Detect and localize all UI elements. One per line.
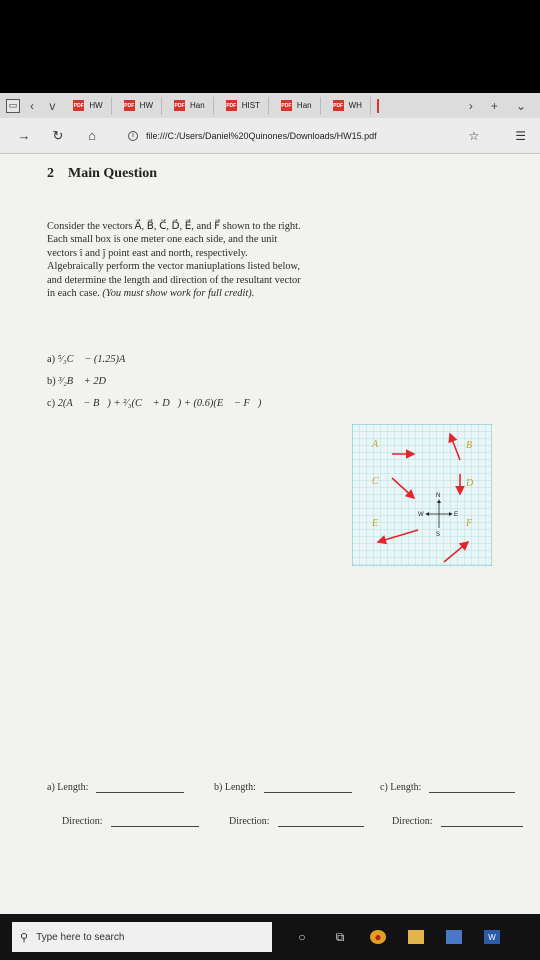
browser-tab[interactable]: PDF HW: [65, 96, 112, 115]
problem-parts: a) ⁵⁄₃C⃗ − (1.25)A⃗ b) ³⁄₂B⃗ + 2D⃗ c) 2(…: [47, 354, 261, 420]
home-icon[interactable]: ⌂: [82, 128, 102, 143]
file-explorer-icon[interactable]: [408, 930, 424, 944]
refresh-icon[interactable]: ↻: [48, 128, 68, 144]
url-field[interactable]: i file:///C:/Users/Daniel%20Quinones/Dow…: [128, 130, 377, 141]
part-a: a) ⁵⁄₃C⃗ − (1.25)A⃗: [47, 354, 134, 365]
compass-e: E: [454, 512, 458, 518]
vector-grid-figure: A⃗ B⃗ C⃗ D⃗ E⃗ F⃗ N S E W: [352, 424, 492, 566]
label-e: E⃗: [371, 518, 386, 529]
answer-c-direction: Direction:: [392, 816, 523, 827]
browser-tab[interactable]: PDF Han: [166, 96, 214, 115]
tab-scroll-arrows[interactable]: ‹ v: [30, 99, 61, 113]
tab-list-chevron-icon[interactable]: ⌄: [516, 99, 526, 113]
answer-line: [277, 817, 364, 827]
compass-w: W: [418, 512, 424, 518]
part-b: b) ³⁄₂B⃗ + 2D⃗: [47, 376, 115, 387]
address-bar: → ↻ ⌂ i file:///C:/Users/Daniel%20Quinon…: [0, 118, 540, 154]
answer-a-length: a) Length:: [47, 782, 185, 793]
new-tab-icon[interactable]: +: [491, 99, 498, 113]
part-c: c) 2(A⃗ − B⃗) + ²⁄₃(C⃗ + D⃗) + (0.6)(E⃗ …: [47, 398, 262, 409]
pdf-icon: PDF: [123, 100, 135, 111]
browser-tab[interactable]: PDF Han: [273, 96, 321, 115]
taskbar-search-box[interactable]: ⚲ Type here to search: [12, 922, 272, 952]
favorite-star-icon[interactable]: ☆: [468, 129, 479, 143]
pdf-page: 2 Main Question Consider the vectors A⃗, …: [0, 154, 540, 914]
favorites-bar-icon[interactable]: ☰: [515, 129, 526, 143]
tab-scroll-right-icon[interactable]: ›: [469, 99, 473, 113]
answer-c-length: c) Length:: [380, 782, 516, 793]
tab-separator: [376, 98, 379, 113]
cortana-icon[interactable]: ○: [294, 930, 310, 944]
compass-n: N: [436, 493, 440, 499]
task-view-icon[interactable]: ⧉: [332, 930, 348, 944]
taskbar: ⚲ Type here to search ○ ⧉ ● W: [0, 914, 540, 960]
compass-s: S: [436, 532, 440, 538]
search-icon: ⚲: [20, 931, 29, 944]
browser-tab[interactable]: PDF HIST: [218, 96, 269, 115]
label-a: A⃗: [371, 439, 386, 450]
pdf-icon: PDF: [332, 100, 344, 111]
tab-bar: ▭ ‹ v PDF HW PDF HW PDF Han PDF HIST PDF…: [0, 93, 540, 118]
pdf-icon: PDF: [73, 100, 85, 111]
label-f: F⃗: [465, 518, 480, 529]
label-c: C⃗: [372, 476, 386, 487]
answer-b-direction: Direction:: [229, 816, 364, 827]
word-icon[interactable]: W: [484, 930, 500, 944]
chrome-icon[interactable]: ●: [370, 930, 386, 944]
answer-b-length: b) Length:: [214, 782, 352, 793]
problem-paragraph: Consider the vectors A⃗, B⃗, C⃗, D⃗, E⃗,…: [47, 221, 301, 300]
pdf-icon: PDF: [174, 100, 185, 111]
store-icon[interactable]: [446, 930, 462, 944]
browser-tab-active[interactable]: PDF WH: [325, 96, 371, 115]
answer-line: [440, 817, 523, 827]
answer-line: [263, 783, 352, 793]
browser-tab[interactable]: PDF HW: [116, 96, 162, 115]
answer-a-direction: Direction:: [62, 816, 199, 827]
label-b: B⃗: [466, 440, 480, 451]
forward-icon[interactable]: →: [14, 128, 34, 143]
section-heading: 2 Main Question: [47, 166, 158, 181]
info-icon[interactable]: i: [128, 130, 138, 141]
answer-line: [110, 817, 199, 827]
tab-preview-icon[interactable]: ▭: [6, 98, 20, 113]
answer-line: [96, 783, 185, 793]
label-d: D⃗: [465, 478, 481, 489]
answer-line: [429, 783, 516, 793]
pdf-icon: PDF: [225, 100, 237, 111]
pdf-icon: PDF: [280, 100, 292, 111]
instruction-text: (You must show work for full credit).: [102, 288, 255, 300]
